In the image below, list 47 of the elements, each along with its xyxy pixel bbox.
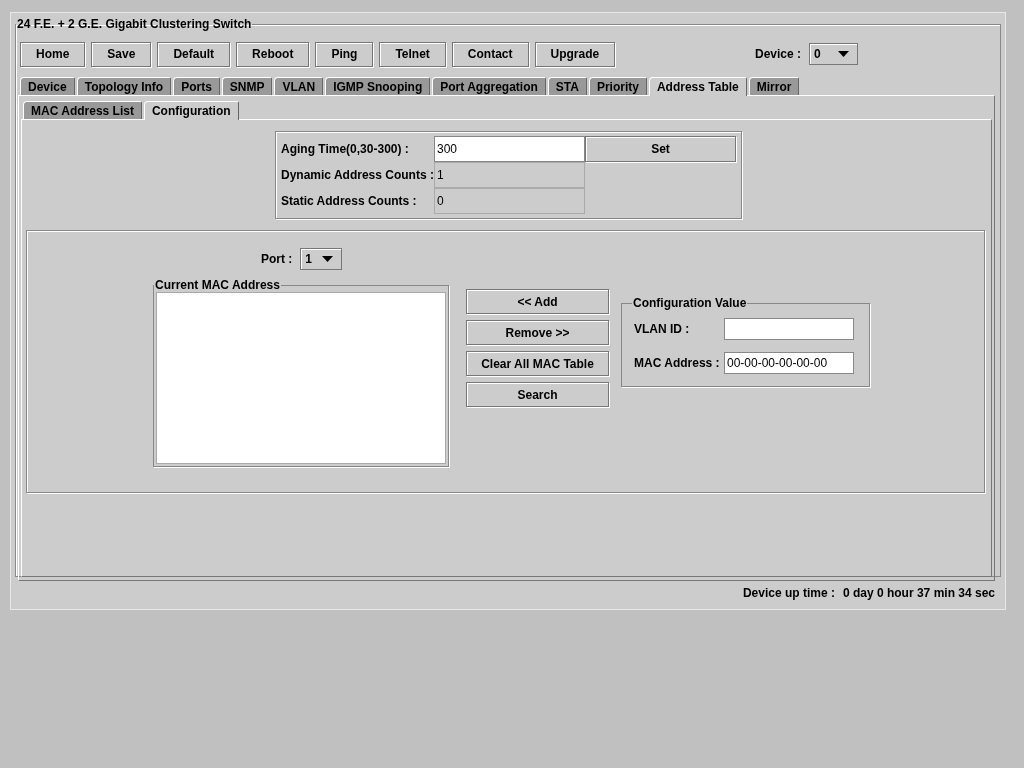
count-label: Static Address Counts : <box>281 193 418 210</box>
set-button[interactable]: Set <box>585 136 736 162</box>
action-button[interactable]: Clear All MAC Table <box>466 351 609 376</box>
caret-icon <box>838 51 849 57</box>
tab[interactable]: Port Aggregation <box>432 77 546 95</box>
tab[interactable]: Ports <box>173 77 220 95</box>
caret-icon <box>322 256 334 262</box>
toolbar-button[interactable]: Save <box>91 41 152 67</box>
field-label: VLAN ID : <box>634 322 691 336</box>
aging-time-label: Aging Time(0,30-300) : <box>281 141 410 158</box>
count-label: Dynamic Address Counts : <box>281 167 434 184</box>
mac-list-title: Current MAC Address <box>154 278 281 292</box>
toolbar-button[interactable]: Contact <box>451 41 529 67</box>
field-label: MAC Address : <box>634 356 721 370</box>
toolbar-button[interactable]: Telnet <box>379 41 446 67</box>
tab[interactable]: Device <box>20 77 75 95</box>
action-button[interactable]: << Add <box>466 289 609 314</box>
action-button[interactable]: Search <box>466 382 609 407</box>
uptime-value: 0 day 0 hour 37 min 34 sec <box>842 586 995 600</box>
tab[interactable]: Priority <box>588 77 647 95</box>
aging-time-field[interactable]: 300 <box>434 136 585 162</box>
tab[interactable]: IGMP Snooping <box>325 77 431 95</box>
tab[interactable]: Topology Info <box>76 77 172 95</box>
tab[interactable]: STA <box>547 77 587 95</box>
device-select[interactable]: 0 <box>809 43 858 65</box>
port-select[interactable]: 1 <box>300 248 343 270</box>
toolbar-button[interactable]: Default <box>157 41 231 67</box>
window-title: 24 F.E. + 2 G.E. Gigabit Clustering Switch <box>16 17 253 31</box>
config-field[interactable]: 00-00-00-00-00-00 <box>724 352 854 374</box>
subtab[interactable]: Configuration <box>143 101 239 120</box>
subtab[interactable]: MAC Address List <box>23 101 142 119</box>
toolbar-button[interactable]: Home <box>20 41 86 67</box>
toolbar-button[interactable]: Ping <box>315 41 374 67</box>
device-label: Device : <box>754 47 801 61</box>
count-value: 0 <box>434 188 585 214</box>
tab[interactable]: SNMP <box>221 77 273 95</box>
action-button[interactable]: Remove >> <box>466 320 609 345</box>
tab[interactable]: VLAN <box>274 77 324 95</box>
tab[interactable]: Mirror <box>748 77 800 95</box>
tab[interactable]: Address Table <box>648 77 747 96</box>
toolbar-button[interactable]: Upgrade <box>534 41 616 67</box>
config-field[interactable] <box>724 318 854 340</box>
config-value-title: Configuration Value <box>632 296 748 310</box>
port-label: Port : <box>261 252 293 266</box>
count-value: 1 <box>434 162 585 188</box>
toolbar-button[interactable]: Reboot <box>236 41 310 67</box>
uptime-label: Device up time : <box>742 586 835 600</box>
